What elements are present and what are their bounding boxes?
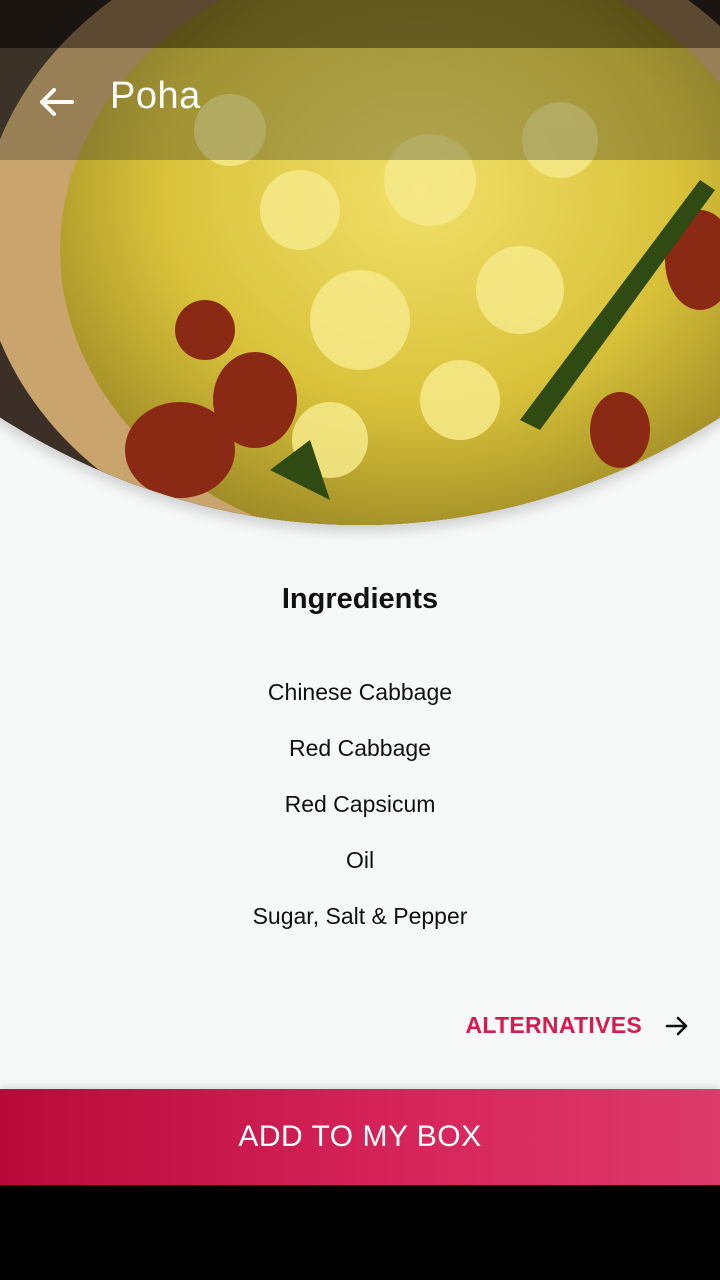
screen: Poha Ingredients Chinese Cabbage Red Cab… bbox=[0, 0, 720, 1280]
ingredients-list: Chinese Cabbage Red Cabbage Red Capsicum… bbox=[0, 672, 720, 952]
list-item: Red Cabbage bbox=[289, 735, 431, 761]
app-bar: Poha bbox=[0, 48, 720, 160]
list-item: Oil bbox=[345, 847, 375, 873]
list-item: Red Capsicum bbox=[284, 791, 436, 817]
list-item: Chinese Cabbage bbox=[267, 679, 453, 705]
status-bar bbox=[0, 0, 720, 48]
ingredients-title: Ingredients bbox=[281, 583, 439, 615]
alternatives-link[interactable]: ALTERNATIVES bbox=[465, 1012, 690, 1039]
list-item: Sugar, Salt & Pepper bbox=[252, 903, 468, 929]
page-title: Poha bbox=[110, 75, 201, 117]
arrow-right-icon bbox=[665, 1016, 688, 1035]
system-nav-bar bbox=[0, 1185, 720, 1280]
back-button[interactable] bbox=[32, 78, 80, 126]
add-to-box-label: ADD TO MY BOX bbox=[238, 1120, 482, 1153]
alternatives-label: ALTERNATIVES bbox=[465, 1012, 642, 1038]
arrow-left-icon bbox=[40, 88, 74, 116]
add-to-box-button[interactable]: ADD TO MY BOX bbox=[0, 1089, 720, 1185]
